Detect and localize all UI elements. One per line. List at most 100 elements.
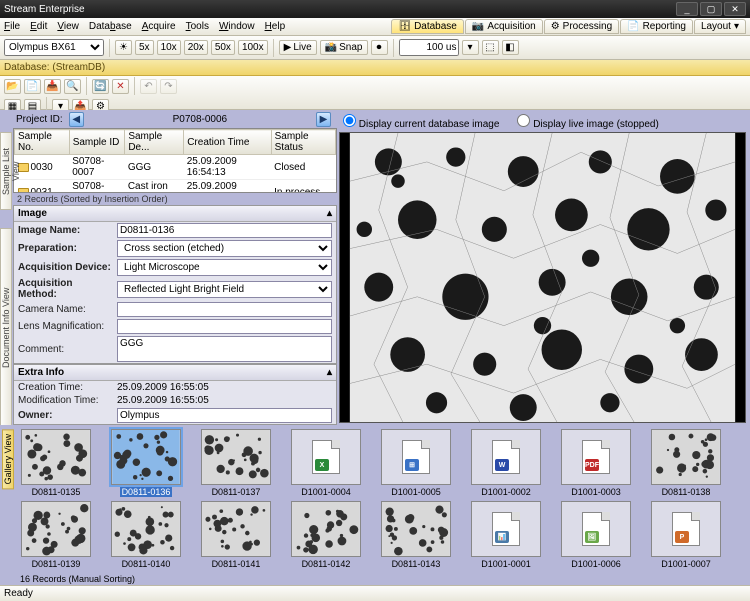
main-toolbar: Olympus BX61 ☀ 5x 10x 20x 50x 100x ▶ Liv…	[0, 36, 750, 60]
brightness-icon[interactable]: ☀	[115, 40, 132, 55]
thumb-label: D0811-0139	[32, 559, 81, 569]
mag-20x-button[interactable]: 20x	[184, 40, 208, 55]
mag-5x-button[interactable]: 5x	[135, 40, 154, 55]
preparation-label: Preparation:	[18, 243, 113, 254]
gallery-thumb[interactable]: 🖼D1001-0006	[556, 501, 636, 569]
gallery: Gallery View D0811-0135D0811-0136D0811-0…	[0, 425, 750, 585]
gallery-thumb[interactable]: D0811-0140	[106, 501, 186, 569]
ctime-label: Creation Time:	[18, 382, 113, 393]
main-area: Sample List View Document Info View Proj…	[0, 110, 750, 425]
camera-name-input[interactable]	[117, 302, 332, 317]
menu-window[interactable]: Window	[219, 21, 255, 32]
project-row: Project ID: ◀ P0708-0006 ▶	[0, 110, 337, 128]
gallery-thumb[interactable]: D0811-0135	[16, 429, 96, 497]
menu-tools[interactable]: Tools	[186, 21, 209, 32]
ctime-value: 25.09.2009 16:55:05	[117, 382, 209, 393]
preparation-select[interactable]: Cross section (etched)	[117, 240, 332, 257]
db-search-icon[interactable]: 🔍	[64, 79, 81, 94]
snap-button[interactable]: 📸 Snap	[320, 40, 368, 55]
window-close-button[interactable]: ✕	[724, 2, 746, 16]
table-row[interactable]: 0030S0708-0007GGG25.09.2009 16:54:13Clos…	[15, 155, 336, 180]
gallery-thumb[interactable]: D0811-0139	[16, 501, 96, 569]
owner-input[interactable]	[117, 408, 332, 423]
gallery-thumb[interactable]: D0811-0141	[196, 501, 276, 569]
project-prev-button[interactable]: ◀	[69, 112, 84, 127]
collapse-icon[interactable]: ▴	[327, 367, 332, 378]
menu-help[interactable]: Help	[265, 21, 286, 32]
tab-database[interactable]: 🗄 Database	[391, 19, 464, 34]
thumb-label: D0811-0142	[302, 559, 351, 569]
tab-layout[interactable]: Layout ▾	[694, 19, 746, 34]
image-name-input[interactable]	[117, 223, 332, 238]
record-icon[interactable]: ⏺	[371, 40, 388, 55]
db-insert-icon[interactable]: 📥	[44, 79, 61, 94]
app-title: Stream Enterprise	[4, 4, 85, 15]
exposure-input[interactable]	[399, 39, 459, 56]
gallery-thumb[interactable]: D0811-0143	[376, 501, 456, 569]
mag-100x-button[interactable]: 100x	[238, 40, 268, 55]
db-open-icon[interactable]: 📂	[4, 79, 21, 94]
menu-view[interactable]: View	[57, 21, 79, 32]
menu-database[interactable]: Database	[89, 21, 132, 32]
acq-method-select[interactable]: Reflected Light Bright Field	[117, 281, 332, 298]
comment-input[interactable]: GGG	[117, 336, 332, 362]
microscopy-image	[340, 133, 745, 422]
collapse-icon[interactable]: ▴	[327, 208, 332, 219]
database-toolbar: 📂 📄 📥 🔍 🔄 ✕ ↶ ↷ ▦ ▤ ▾ 📤 ⚙	[0, 76, 750, 110]
tab-processing[interactable]: ⚙ Processing	[544, 19, 619, 34]
tab-reporting[interactable]: 📄 Reporting	[620, 19, 693, 34]
col-sample-desc[interactable]: Sample De...	[125, 130, 184, 155]
menu-file[interactable]: FFileile	[4, 21, 20, 32]
mag-50x-button[interactable]: 50x	[211, 40, 235, 55]
col-creation-time[interactable]: Creation Time	[184, 130, 271, 155]
gallery-thumb[interactable]: WD1001-0002	[466, 429, 546, 497]
exposure-auto-icon[interactable]: ▾	[462, 40, 479, 55]
db-refresh-icon[interactable]: 🔄	[92, 79, 109, 94]
tool-b-icon[interactable]: ◧	[502, 40, 519, 55]
vtab-gallery[interactable]: Gallery View	[2, 429, 14, 489]
thumb-label: D1001-0006	[571, 559, 621, 569]
thumb-label: D0811-0140	[122, 559, 171, 569]
db-new-icon[interactable]: 📄	[24, 79, 41, 94]
col-sample-status[interactable]: Sample Status	[271, 130, 335, 155]
records-sort-info: 2 Records (Sorted by Insertion Order)	[13, 193, 337, 205]
col-sample-no[interactable]: Sample No.	[15, 130, 70, 155]
image-viewer[interactable]	[339, 132, 746, 423]
live-button[interactable]: ▶ Live	[279, 40, 317, 55]
menu-bar: FFileile Edit View Database Acquire Tool…	[0, 18, 750, 36]
thumb-label: D1001-0007	[661, 559, 711, 569]
tool-a-icon[interactable]: ⬚	[482, 40, 499, 55]
db-delete-icon[interactable]: ✕	[112, 79, 129, 94]
gallery-thumb[interactable]: 📊D1001-0001	[466, 501, 546, 569]
gallery-thumb[interactable]: ⊞D1001-0005	[376, 429, 456, 497]
project-id-label: Project ID:	[16, 114, 63, 125]
acq-device-label: Acquisition Device:	[18, 262, 113, 273]
acq-device-select[interactable]: Light Microscope	[117, 259, 332, 276]
window-max-button[interactable]: ▢	[700, 2, 722, 16]
gallery-thumb[interactable]: PD1001-0007	[646, 501, 726, 569]
gallery-thumb[interactable]: D0811-0138	[646, 429, 726, 497]
records-table[interactable]: Sample No. Sample ID Sample De... Creati…	[13, 128, 337, 193]
gallery-thumb[interactable]: D0811-0137	[196, 429, 276, 497]
project-next-button[interactable]: ▶	[316, 112, 331, 127]
thumb-label: D0811-0138	[662, 487, 711, 497]
vtab-sample-list[interactable]: Sample List View	[0, 132, 12, 210]
left-column: Sample List View Document Info View Proj…	[0, 110, 337, 425]
lens-mag-input[interactable]	[117, 319, 332, 334]
device-select[interactable]: Olympus BX61	[4, 39, 104, 56]
menu-edit[interactable]: Edit	[30, 21, 47, 32]
tab-acquisition[interactable]: 📷 Acquisition	[465, 19, 543, 34]
col-sample-id[interactable]: Sample ID	[69, 130, 125, 155]
opt-display-live-image[interactable]: Display live image (stopped)	[517, 114, 658, 130]
opt-display-db-image[interactable]: Display current database image	[343, 114, 499, 130]
gallery-thumb[interactable]: D0811-0142	[286, 501, 366, 569]
table-row[interactable]: 0031S0708-0008Cast iron a...25.09.2009 1…	[15, 180, 336, 193]
gallery-thumb[interactable]: D0811-0136	[106, 429, 186, 497]
mag-10x-button[interactable]: 10x	[157, 40, 181, 55]
vtab-document-info[interactable]: Document Info View	[0, 228, 12, 428]
image-panel-title: Image	[18, 208, 47, 219]
menu-acquire[interactable]: Acquire	[142, 21, 176, 32]
gallery-thumb[interactable]: PDFD1001-0003	[556, 429, 636, 497]
window-min-button[interactable]: _	[676, 2, 698, 16]
gallery-thumb[interactable]: XD1001-0004	[286, 429, 366, 497]
